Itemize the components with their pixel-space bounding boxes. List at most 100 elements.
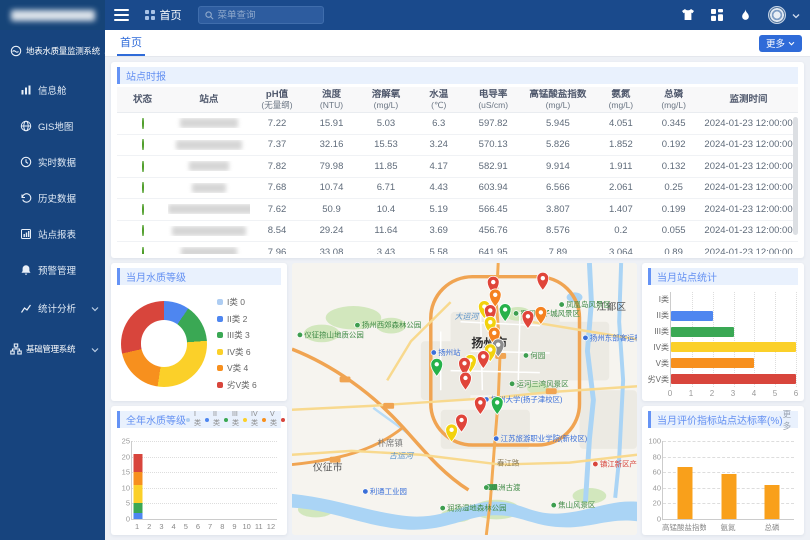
user-menu-chevron-icon[interactable] (792, 6, 800, 24)
value-cell: 2024-01-23 12:00:00 (699, 182, 798, 193)
legend-item[interactable]: I类 (186, 411, 201, 428)
bar-slot (156, 441, 168, 519)
x-tick-label: 8 (216, 522, 228, 533)
theme-skin-icon[interactable] (681, 8, 696, 23)
map-label-park: 凤凰岛风景区 (559, 300, 611, 309)
x-tick-label: 3 (155, 522, 167, 533)
donut-hole (141, 320, 187, 366)
legend-item[interactable]: III类 3 (217, 329, 257, 341)
city-map[interactable]: 扬州市江都区仪征市朴席镇大运河古运河扬州西郊森林公园仪征捺山地质公园蜀冈唐子城风… (292, 263, 637, 535)
station-name-redacted (181, 247, 237, 254)
table-scrollbar[interactable] (793, 117, 798, 235)
sidebar-group-0[interactable]: 地表水质量监测系统 (0, 30, 105, 72)
sidebar-item-0-2[interactable]: 实时数据 (0, 144, 105, 180)
monitor-system-icon (10, 45, 22, 57)
value-cell: 570.13 (464, 139, 522, 150)
legend-item[interactable]: II类 (205, 411, 220, 428)
chevron-up-icon (104, 42, 105, 60)
column-label: 电导率 (464, 89, 522, 100)
column-header: 溶解氧(mg/L) (359, 89, 413, 110)
x-tick-label: 6 (192, 522, 204, 533)
map-label-park: 仪征捺山地质公园 (297, 330, 364, 339)
map-label-poi-blue: 利通工业园 (363, 487, 407, 496)
station-name-cell (168, 161, 250, 171)
value-cell: 0.345 (648, 118, 699, 129)
sidebar-item-0-3[interactable]: 历史数据 (0, 180, 105, 216)
legend-item[interactable]: V类 4 (217, 362, 257, 374)
user-avatar[interactable] (768, 6, 786, 24)
sidebar-item-0-6[interactable]: 统计分析 (0, 288, 105, 328)
panel-title: 当月站点统计 (657, 269, 717, 284)
x-axis: 0123456 (670, 387, 796, 398)
bar-slot (168, 441, 180, 519)
svg-text:扬州站: 扬州站 (438, 348, 461, 357)
compliance-more-link[interactable]: 更多 (783, 408, 792, 432)
bar-slot (750, 441, 794, 519)
bar (721, 474, 736, 519)
legend-item[interactable]: 劣V类 (281, 406, 287, 433)
bar-slot (229, 441, 241, 519)
column-header: 监测时间 (699, 94, 798, 105)
legend-swatch (217, 299, 223, 305)
collapse-sidebar-button[interactable] (114, 9, 129, 21)
search-input[interactable] (218, 10, 317, 21)
sidebar-group-1[interactable]: 基础管理系统 (0, 328, 105, 370)
sidebar-group-label: 地表水质量监测系统 (26, 45, 100, 57)
legend-swatch (217, 382, 223, 388)
logo-redacted (11, 10, 95, 21)
gridline (796, 292, 797, 387)
svg-text:江苏旅游职业学院(新校区): 江苏旅游职业学院(新校区) (501, 434, 588, 443)
bar-slot (192, 441, 204, 519)
bar-slot (253, 441, 265, 519)
sidebar-item-label: GIS地图 (38, 119, 99, 133)
bar (765, 485, 780, 519)
column-header: 状态 (117, 94, 168, 105)
y-tick-label: 100 (646, 437, 661, 446)
tab-home[interactable]: 首页 (117, 30, 145, 56)
x-tick-label: 总磷 (750, 522, 794, 533)
column-label: 总磷 (648, 89, 699, 100)
map-panel[interactable]: 扬州市江都区仪征市朴席镇大运河古运河扬州西郊森林公园仪征捺山地质公园蜀冈唐子城风… (292, 263, 637, 535)
sidebar-item-0-1[interactable]: GIS地图 (0, 108, 105, 144)
legend-item[interactable]: I类 0 (217, 296, 257, 308)
annual-grade-stacked-chart: 0510152025123456789101112 (113, 435, 281, 533)
y-tick-label: 20 (115, 452, 130, 461)
value-cell: 4.051 (594, 118, 648, 129)
status-cell (117, 118, 168, 129)
table-row: 7.3732.1615.533.24570.135.8261.8520.1922… (117, 135, 798, 157)
panel-monthly-grade: 当月水质等级 I类 0 II类 2 III类 3 IV类 6 V类 4 劣V类 6 (111, 263, 287, 401)
menu-search[interactable] (198, 6, 324, 24)
station-name-redacted (189, 161, 229, 171)
value-cell: 10.74 (304, 182, 358, 193)
sidebar-item-0-5[interactable]: 预警管理 (0, 252, 105, 288)
bar-slot (217, 441, 229, 519)
annual-grade-legend: I类 II类 III类 IV类 V类劣V类 (186, 406, 287, 433)
legend-item[interactable]: 劣V类 6 (217, 379, 257, 391)
y-tick-label: 80 (646, 452, 661, 461)
panel-header: 当月水质等级 (117, 268, 281, 285)
legend-label: I类 (194, 411, 201, 428)
breadcrumb[interactable]: 首页 (145, 7, 182, 23)
tabs-more-button[interactable]: 更多 (759, 35, 802, 52)
legend-label: II类 (213, 411, 220, 428)
bar-stack (765, 441, 780, 519)
x-tick-label: 1 (689, 389, 693, 398)
legend-item[interactable]: IV类 6 (217, 346, 257, 358)
value-cell: 15.91 (304, 118, 358, 129)
x-axis: 高锰酸盐指数氨氮总磷 (662, 522, 794, 533)
svg-text:焦山风景区: 焦山风景区 (558, 501, 596, 510)
sidebar-item-0-0[interactable]: 信息舱 (0, 72, 105, 108)
station-name-redacted (180, 118, 238, 128)
legend-item[interactable]: II类 2 (217, 313, 257, 325)
layout-dashboard-icon[interactable] (710, 8, 725, 23)
legend-item[interactable]: IV类 (243, 411, 258, 428)
bar-stack (170, 441, 179, 519)
hbar-plot: I类II类III类IV类V类劣V类 (670, 292, 796, 387)
sidebar-item-0-4[interactable]: 站点报表 (0, 216, 105, 252)
status-cell (117, 225, 168, 236)
legend-item[interactable]: III类 (224, 411, 239, 428)
x-tick-label: 5 (180, 522, 192, 533)
legend-label: III类 (232, 411, 239, 428)
flame-icon[interactable] (739, 8, 754, 23)
legend-item[interactable]: V类 (262, 411, 277, 428)
